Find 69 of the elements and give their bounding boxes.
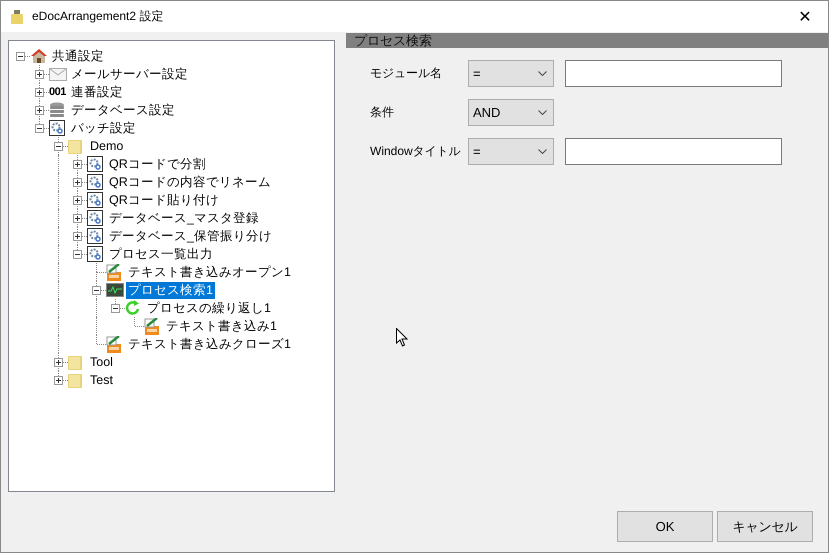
tree-item[interactable]: QRコードで分割 [107,156,208,172]
text-file-icon [106,264,122,280]
window-title: eDocArrangement2 設定 [32,8,164,25]
chevron-down-icon [538,71,547,76]
tree-item[interactable]: データベース設定 [69,102,177,118]
dialog-button[interactable]: OK [617,511,713,542]
gear-icon [87,246,103,262]
gear-icon [49,120,65,136]
dialog-button[interactable]: キャンセル [717,511,813,542]
tree-item[interactable]: データベース_マスタ登録 [107,210,261,226]
tree-item[interactable]: プロセス一覧出力 [107,246,215,262]
folder-icon [68,354,82,370]
refresh-icon [125,300,141,316]
field-label: Windowタイトル [369,143,462,160]
collapse-icon[interactable] [54,142,63,151]
tree-item[interactable]: バッチ設定 [69,120,138,136]
expand-icon[interactable] [54,376,63,385]
tree-item[interactable]: テキスト書き込み1 [164,318,279,334]
operator-dropdown[interactable]: = [468,138,554,165]
collapse-icon[interactable] [92,286,101,295]
expand-icon[interactable] [73,160,82,169]
tree-item[interactable]: QRコード貼り付け [107,192,221,208]
gear-icon [87,210,103,226]
expand-icon[interactable] [73,196,82,205]
gear-icon [87,156,103,172]
expand-icon[interactable] [35,70,44,79]
tree-item[interactable]: メールサーバー設定 [69,66,190,82]
field-label: モジュール名 [369,65,443,82]
gear-icon [87,192,103,208]
operator-dropdown[interactable]: = [468,60,554,87]
expand-icon[interactable] [73,214,82,223]
counter-icon: 001 [49,86,66,98]
expand-icon[interactable] [54,358,63,367]
gear-icon [87,228,103,244]
tree-item[interactable]: QRコードの内容でリネーム [107,174,273,190]
text-file-icon [106,336,122,352]
close-button[interactable]: ✕ [782,6,828,26]
expand-icon[interactable] [73,232,82,241]
value-input[interactable] [565,138,782,165]
tree-item[interactable]: 連番設定 [69,84,125,100]
tree-item[interactable]: プロセスの繰り返し1 [145,300,273,316]
chevron-down-icon [538,110,547,115]
house-icon [30,48,48,64]
tree-item[interactable]: Test [88,372,115,388]
tree-item[interactable]: プロセス検索1 [126,282,215,298]
tree-item[interactable]: Demo [88,138,126,154]
collapse-icon[interactable] [16,52,25,61]
envelope-icon [49,68,67,80]
folder-icon [68,138,82,154]
expand-icon[interactable] [35,106,44,115]
tree-item[interactable]: 共通設定 [50,48,106,64]
gear-icon [87,174,103,190]
text-file-icon [144,318,160,334]
operator-dropdown[interactable]: AND [468,99,554,126]
value-input[interactable] [565,60,782,87]
tree-item[interactable]: Tool [88,354,115,370]
collapse-icon[interactable] [35,124,44,133]
tree-item[interactable]: テキスト書き込みオープン1 [126,264,293,280]
collapse-icon[interactable] [111,304,120,313]
chevron-down-icon [538,149,547,154]
pointer-icon [396,328,408,347]
expand-icon[interactable] [73,178,82,187]
folder-icon [68,372,82,388]
field-label: 条件 [369,104,395,121]
collapse-icon[interactable] [73,250,82,259]
tree-item[interactable]: データベース_保管振り分け [107,228,274,244]
expand-icon[interactable] [35,88,44,97]
tree-item[interactable]: テキスト書き込みクローズ1 [126,336,293,352]
panel-header: プロセス検索 [346,33,828,48]
